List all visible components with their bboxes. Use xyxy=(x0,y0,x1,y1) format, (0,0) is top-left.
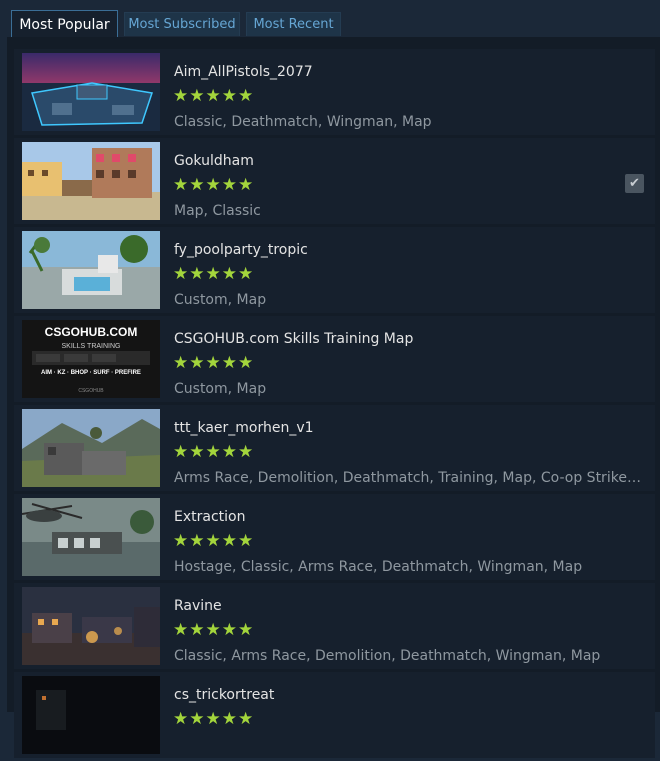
item-tags: Classic, Deathmatch, Wingman, Map xyxy=(174,114,644,130)
tab-most-subscribed[interactable]: Most Subscribed xyxy=(124,12,240,36)
workshop-item[interactable]: Ravine ★★★★★ Classic, Arms Race, Demolit… xyxy=(14,583,655,669)
rating-stars: ★★★★★ xyxy=(173,86,254,106)
rating-stars: ★★★★★ xyxy=(173,620,254,640)
workshop-item[interactable]: Gokuldham ★★★★★ Map, Classic ✔ xyxy=(14,138,655,224)
item-title[interactable]: Gokuldham xyxy=(174,153,254,169)
workshop-item[interactable]: Aim_AllPistols_2077 ★★★★★ Classic, Death… xyxy=(14,49,655,135)
item-tags: Classic, Arms Race, Demolition, Deathmat… xyxy=(174,648,644,664)
item-thumbnail[interactable]: CSGOHUB.COM SKILLS TRAINING AIM · KZ · B… xyxy=(22,320,160,398)
rating-stars: ★★★★★ xyxy=(173,531,254,551)
rating-stars: ★★★★★ xyxy=(173,353,254,373)
svg-text:SKILLS TRAINING: SKILLS TRAINING xyxy=(61,343,120,350)
workshop-item[interactable]: fy_poolparty_tropic ★★★★★ Custom, Map xyxy=(14,227,655,313)
item-tags: Custom, Map xyxy=(174,381,644,397)
tab-most-popular[interactable]: Most Popular xyxy=(11,10,118,37)
item-thumbnail[interactable] xyxy=(22,498,160,576)
tab-most-recent[interactable]: Most Recent xyxy=(246,12,341,36)
item-title[interactable]: Aim_AllPistols_2077 xyxy=(174,64,313,80)
workshop-item[interactable]: Extraction ★★★★★ Hostage, Classic, Arms … xyxy=(14,494,655,580)
svg-text:CSGOHUB.COM: CSGOHUB.COM xyxy=(45,325,138,339)
item-tags: Arms Race, Demolition, Deathmatch, Train… xyxy=(174,470,644,486)
item-thumbnail[interactable] xyxy=(22,231,160,309)
sort-tabs: Most Popular Most Subscribed Most Recent xyxy=(0,0,660,36)
item-title[interactable]: cs_trickortreat xyxy=(174,687,274,703)
results-panel: Aim_AllPistols_2077 ★★★★★ Classic, Death… xyxy=(7,37,660,712)
item-title[interactable]: Ravine xyxy=(174,598,222,614)
item-tags: Map, Classic xyxy=(174,203,644,219)
item-thumbnail[interactable] xyxy=(22,587,160,665)
item-title[interactable]: Extraction xyxy=(174,509,245,525)
svg-text:CSGOHUB: CSGOHUB xyxy=(78,388,104,394)
item-tags: Custom, Map xyxy=(174,292,644,308)
item-thumbnail[interactable] xyxy=(22,676,160,754)
svg-text:AIM · KZ · BHOP · SURF · PREFI: AIM · KZ · BHOP · SURF · PREFIRE xyxy=(41,370,141,376)
subscribed-check-icon[interactable]: ✔ xyxy=(625,174,644,193)
rating-stars: ★★★★★ xyxy=(173,175,254,195)
rating-stars: ★★★★★ xyxy=(173,709,254,729)
rating-stars: ★★★★★ xyxy=(173,442,254,462)
item-tags: Hostage, Classic, Arms Race, Deathmatch,… xyxy=(174,559,644,575)
item-title[interactable]: fy_poolparty_tropic xyxy=(174,242,308,258)
workshop-item[interactable]: ttt_kaer_morhen_v1 ★★★★★ Arms Race, Demo… xyxy=(14,405,655,491)
item-title[interactable]: ttt_kaer_morhen_v1 xyxy=(174,420,314,436)
item-thumbnail[interactable] xyxy=(22,409,160,487)
workshop-item[interactable]: CSGOHUB.COM SKILLS TRAINING AIM · KZ · B… xyxy=(14,316,655,402)
item-thumbnail[interactable] xyxy=(22,53,160,131)
rating-stars: ★★★★★ xyxy=(173,264,254,284)
workshop-item-list: Aim_AllPistols_2077 ★★★★★ Classic, Death… xyxy=(14,49,655,761)
workshop-item[interactable]: cs_trickortreat ★★★★★ xyxy=(14,672,655,758)
item-thumbnail[interactable] xyxy=(22,142,160,220)
item-title[interactable]: CSGOHUB.com Skills Training Map xyxy=(174,331,413,347)
